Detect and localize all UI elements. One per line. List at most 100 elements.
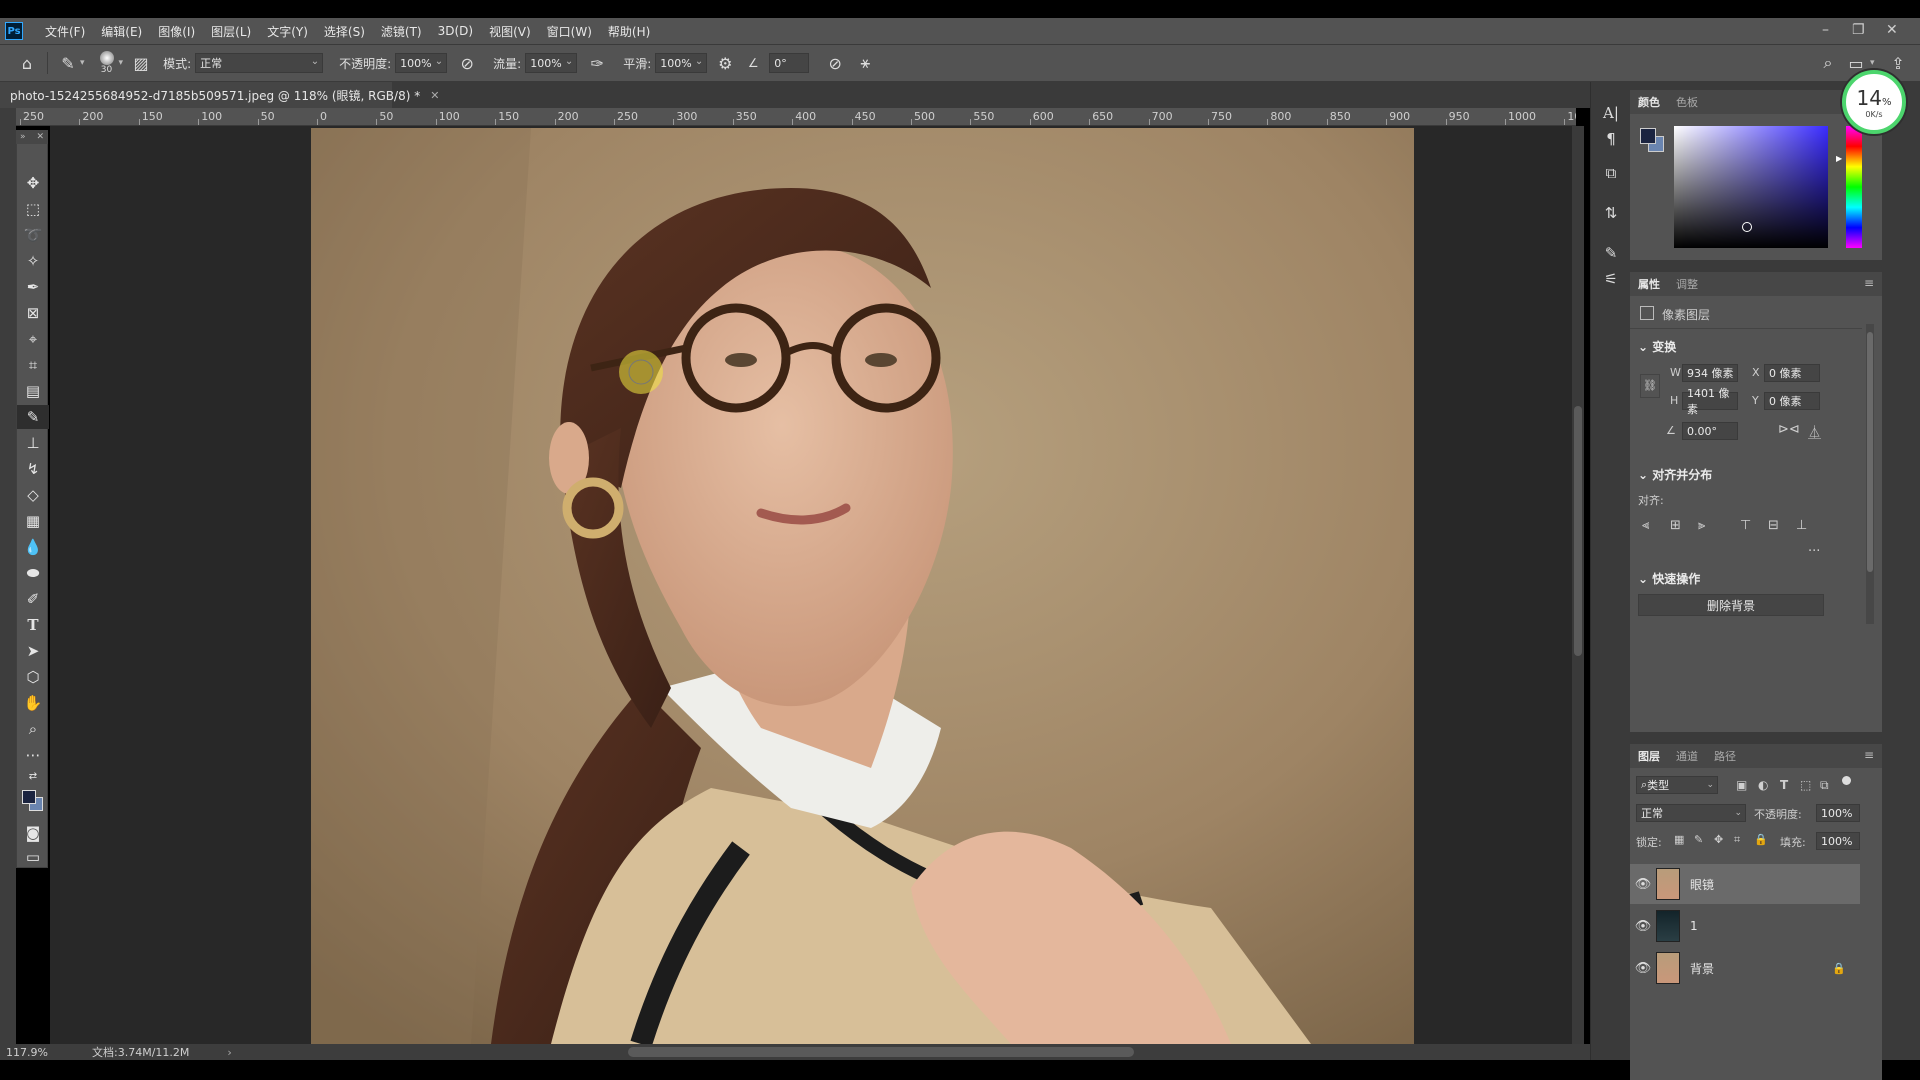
- menu-image[interactable]: 图像(I): [150, 23, 203, 40]
- brush-size-picker[interactable]: 30: [95, 46, 119, 80]
- search-icon[interactable]: ⌕: [1816, 51, 1840, 75]
- chevron-down-icon[interactable]: ▾: [1870, 58, 1875, 68]
- mode-select[interactable]: 正常 ⌄: [195, 53, 324, 73]
- vertical-scroll-thumb[interactable]: [1574, 406, 1582, 656]
- blend-mode-select[interactable]: 正常 ⌄: [1636, 804, 1746, 822]
- history-brush-tool-icon[interactable]: ↯: [17, 457, 49, 481]
- color-picker-field[interactable]: [1674, 126, 1828, 248]
- dodge-tool-icon[interactable]: ⬬: [17, 561, 49, 585]
- width-field[interactable]: 934 像素: [1682, 364, 1738, 382]
- panel-menu-icon[interactable]: ≡: [1864, 748, 1874, 762]
- menu-file[interactable]: 文件(F): [37, 23, 93, 40]
- properties-scroll-thumb[interactable]: [1867, 332, 1873, 572]
- rotation-field[interactable]: 0.00°: [1682, 422, 1738, 440]
- frame-tool-icon[interactable]: ⊠: [17, 301, 49, 325]
- layer-filter-select[interactable]: ⌕ 类型 ⌄: [1636, 776, 1718, 794]
- filter-smart-object-icon[interactable]: ⧉: [1820, 778, 1829, 793]
- foreground-color-swatch[interactable]: [1640, 128, 1656, 144]
- angle-field[interactable]: 0°: [769, 53, 810, 73]
- expand-icon[interactable]: »: [20, 132, 26, 142]
- chevron-right-icon[interactable]: ›: [227, 1046, 231, 1059]
- filter-type-icon[interactable]: T: [1780, 778, 1788, 792]
- flow-field[interactable]: 100% ⌄: [525, 53, 578, 73]
- menu-help[interactable]: 帮助(H): [600, 23, 658, 40]
- history-icon[interactable]: ⇅: [1599, 202, 1623, 224]
- pressure-opacity-icon[interactable]: ⊘: [455, 51, 479, 75]
- crop-tool-icon[interactable]: ⌗: [17, 353, 49, 377]
- visibility-eye-icon[interactable]: 👁: [1630, 919, 1656, 934]
- tab-properties[interactable]: 属性: [1630, 276, 1668, 292]
- lock-artboard-icon[interactable]: ⌗: [1734, 833, 1740, 847]
- eraser-tool-icon[interactable]: ◇: [17, 483, 49, 507]
- foreground-color-swatch[interactable]: [22, 790, 36, 804]
- menu-edit[interactable]: 编辑(E): [93, 23, 150, 40]
- panel-menu-icon[interactable]: ≡: [1864, 276, 1874, 290]
- visibility-eye-icon[interactable]: 👁: [1630, 877, 1656, 892]
- filter-shape-icon[interactable]: ⬚: [1800, 778, 1811, 792]
- libraries-icon[interactable]: ⧉: [1599, 162, 1623, 184]
- lock-pixels-icon[interactable]: ✎: [1694, 833, 1703, 846]
- brush-settings-icon[interactable]: ▨: [129, 51, 153, 75]
- brush-tool-icon[interactable]: ✎: [17, 405, 49, 429]
- quick-mask-icon[interactable]: ◙: [17, 821, 49, 845]
- more-options-icon[interactable]: ···: [1808, 544, 1820, 559]
- smoothing-field[interactable]: 100% ⌄: [655, 53, 708, 73]
- performance-widget[interactable]: 14% 0K/s: [1842, 70, 1906, 134]
- quick-actions-header[interactable]: ⌄ 快速操作: [1638, 570, 1700, 587]
- zoom-level[interactable]: 117.9%: [6, 1046, 86, 1059]
- close-tab-icon[interactable]: ✕: [430, 89, 439, 102]
- align-bottom-icon[interactable]: ⊥: [1796, 518, 1807, 533]
- minimize-icon[interactable]: –: [1822, 22, 1829, 38]
- brush-tool-preset-icon[interactable]: ✎: [56, 51, 80, 75]
- menu-3d[interactable]: 3D(D): [430, 24, 481, 38]
- align-middle-v-icon[interactable]: ⊟: [1768, 518, 1779, 533]
- layer-name[interactable]: 眼镜: [1690, 876, 1714, 893]
- tools-panel-header[interactable]: » ✕: [16, 130, 48, 144]
- menu-layer[interactable]: 图层(L): [203, 23, 259, 40]
- screen-mode-icon[interactable]: ▭: [17, 845, 49, 869]
- lock-all-icon[interactable]: 🔒: [1754, 833, 1768, 846]
- blur-tool-icon[interactable]: 💧: [17, 535, 49, 559]
- shape-tool-icon[interactable]: ⬡: [17, 665, 49, 689]
- menu-type[interactable]: 文字(Y): [259, 23, 316, 40]
- pen-tool-icon[interactable]: ✐: [17, 587, 49, 611]
- character-panel-icon[interactable]: A|: [1599, 102, 1623, 124]
- lock-transparency-icon[interactable]: ▦: [1674, 833, 1684, 846]
- move-tool-icon[interactable]: ✥: [17, 171, 49, 195]
- menu-view[interactable]: 视图(V): [481, 23, 539, 40]
- close-icon[interactable]: ✕: [36, 132, 44, 142]
- swap-colors-icon[interactable]: ⇄: [17, 767, 49, 785]
- tab-color[interactable]: 颜色: [1630, 94, 1668, 110]
- link-icon[interactable]: ⛓: [1640, 374, 1660, 398]
- gradient-tool-icon[interactable]: ▦: [17, 509, 49, 533]
- color-swatches[interactable]: [21, 789, 45, 813]
- chevron-down-icon[interactable]: ▾: [80, 58, 85, 68]
- tab-layers[interactable]: 图层: [1630, 748, 1668, 764]
- eyedropper-tool-icon[interactable]: ⌖: [17, 327, 49, 351]
- remove-background-button[interactable]: 删除背景: [1638, 594, 1824, 616]
- filter-pixel-icon[interactable]: ▣: [1736, 778, 1747, 792]
- transform-section-header[interactable]: ⌄ 变换: [1638, 338, 1676, 355]
- hand-tool-icon[interactable]: ✋: [17, 691, 49, 715]
- canvas-area[interactable]: [50, 126, 1572, 1044]
- menu-select[interactable]: 选择(S): [316, 23, 373, 40]
- tab-paths[interactable]: 路径: [1706, 748, 1744, 764]
- hue-slider[interactable]: [1846, 126, 1862, 248]
- tab-channels[interactable]: 通道: [1668, 748, 1706, 764]
- healing-tool-icon[interactable]: ▤: [17, 379, 49, 403]
- opacity-field[interactable]: 100% ⌄: [395, 53, 448, 73]
- gear-icon[interactable]: ⚙: [713, 51, 737, 75]
- chevron-down-icon[interactable]: ▾: [119, 58, 124, 68]
- layer-row-glasses[interactable]: 👁 眼镜: [1630, 864, 1860, 904]
- brushes-panel-icon[interactable]: ✎: [1599, 242, 1623, 264]
- document-canvas-photo[interactable]: [311, 128, 1414, 1044]
- layer-row-1[interactable]: 👁 1: [1630, 906, 1860, 946]
- layer-name[interactable]: 背景: [1690, 960, 1714, 977]
- marquee-tool-icon[interactable]: ⬚: [17, 197, 49, 221]
- filter-adjustment-icon[interactable]: ◐: [1758, 778, 1768, 792]
- align-left-icon[interactable]: ⫷: [1642, 518, 1649, 533]
- flip-vertical-icon[interactable]: ⏅: [1808, 422, 1821, 441]
- lock-position-icon[interactable]: ✥: [1714, 833, 1723, 846]
- filter-toggle-icon[interactable]: [1842, 776, 1851, 785]
- paragraph-panel-icon[interactable]: ¶: [1599, 128, 1623, 150]
